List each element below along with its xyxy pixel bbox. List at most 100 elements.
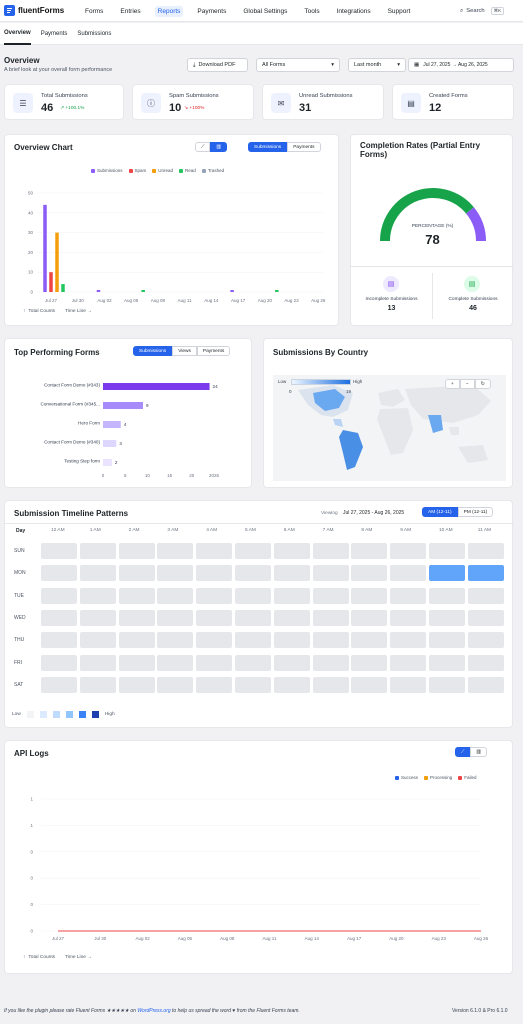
- heatmap-cell[interactable]: [467, 543, 504, 559]
- heatmap-cell[interactable]: [351, 609, 388, 626]
- heatmap-cell[interactable]: [467, 609, 504, 626]
- heatmap-cell[interactable]: [196, 565, 233, 582]
- wordpress-link[interactable]: WordPress.org: [137, 1008, 170, 1014]
- heatmap-cell[interactable]: [118, 565, 155, 582]
- world-map[interactable]: [273, 375, 506, 481]
- heatmap-cell[interactable]: [79, 676, 116, 693]
- heatmap-cell[interactable]: [273, 565, 310, 582]
- heatmap-cell[interactable]: [429, 676, 465, 693]
- download-pdf-button[interactable]: ⤓ Download PDF: [187, 58, 248, 72]
- heatmap-cell[interactable]: [312, 654, 349, 671]
- nav-item-tools[interactable]: Tools: [301, 6, 322, 17]
- reset-button[interactable]: ↻: [474, 379, 491, 389]
- bar[interactable]: [141, 290, 145, 292]
- heatmap-cell[interactable]: [312, 543, 349, 559]
- bar-chart-icon[interactable]: ▥: [210, 142, 227, 152]
- legend-item[interactable]: Submissions: [97, 168, 123, 173]
- heatmap-cell[interactable]: [79, 609, 116, 626]
- tab-payments[interactable]: Payments: [41, 23, 68, 45]
- heatmap-cell[interactable]: [390, 543, 427, 559]
- heatmap-cell[interactable]: [312, 609, 349, 626]
- heatmap-cell[interactable]: [157, 587, 194, 604]
- heatmap-cell[interactable]: [196, 676, 233, 693]
- heatmap-cell[interactable]: [312, 587, 349, 604]
- nav-item-integrations[interactable]: Integrations: [334, 6, 374, 17]
- heatmap-cell[interactable]: [118, 676, 155, 693]
- heatmap-cell[interactable]: [235, 632, 271, 649]
- heatmap-cell[interactable]: [429, 609, 465, 626]
- tab-payments[interactable]: Payments: [196, 346, 231, 356]
- zoom-in-button[interactable]: +: [445, 379, 460, 389]
- heatmap-cell[interactable]: [79, 587, 116, 604]
- nav-item-support[interactable]: Support: [385, 6, 414, 17]
- heatmap-cell[interactable]: [235, 654, 271, 671]
- heatmap-cell[interactable]: [273, 676, 310, 693]
- heatmap-cell[interactable]: [312, 565, 349, 582]
- heatmap-cell[interactable]: [273, 654, 310, 671]
- heatmap-cell[interactable]: [157, 632, 194, 649]
- heatmap-cell[interactable]: [467, 654, 504, 671]
- heatmap-cell[interactable]: [273, 543, 310, 559]
- heatmap-cell[interactable]: [235, 676, 271, 693]
- heatmap-cell[interactable]: [429, 587, 465, 604]
- heatmap-cell[interactable]: [273, 587, 310, 604]
- heatmap-cell[interactable]: [235, 587, 271, 604]
- bar[interactable]: [275, 290, 279, 292]
- heatmap-cell[interactable]: [390, 565, 427, 582]
- tab-overview[interactable]: Overview: [4, 23, 31, 45]
- nav-item-entries[interactable]: Entries: [117, 6, 143, 17]
- heatmap-cell[interactable]: [429, 632, 465, 649]
- bar-chart-icon[interactable]: ▥: [470, 747, 487, 757]
- heatmap-cell[interactable]: [390, 609, 427, 626]
- heatmap-cell[interactable]: [41, 565, 77, 582]
- bar[interactable]: [103, 421, 121, 428]
- legend-item[interactable]: Failed: [464, 775, 476, 780]
- heatmap-cell[interactable]: [196, 632, 233, 649]
- heatmap-cell[interactable]: [118, 609, 155, 626]
- heatmap-cell[interactable]: [118, 587, 155, 604]
- heatmap-cell[interactable]: [273, 609, 310, 626]
- heatmap-cell[interactable]: [196, 543, 233, 559]
- heatmap-cell[interactable]: [157, 543, 194, 559]
- heatmap-cell[interactable]: [41, 543, 77, 559]
- heatmap-cell[interactable]: [79, 654, 116, 671]
- heatmap-cell[interactable]: [429, 543, 465, 559]
- tab-submissions[interactable]: Submissions: [248, 142, 288, 152]
- heatmap-cell[interactable]: [390, 654, 427, 671]
- heatmap-cell[interactable]: [157, 609, 194, 626]
- heatmap-cell[interactable]: [429, 565, 465, 582]
- tab-submissions[interactable]: Submissions: [77, 23, 111, 45]
- legend-item[interactable]: Success: [401, 775, 418, 780]
- forms-select[interactable]: All Forms ▾: [256, 58, 340, 72]
- heatmap-cell[interactable]: [235, 609, 271, 626]
- heatmap-cell[interactable]: [118, 543, 155, 559]
- legend-item[interactable]: Processing: [430, 775, 452, 780]
- heatmap-cell[interactable]: [351, 676, 388, 693]
- legend-item[interactable]: Trashed: [208, 168, 224, 173]
- heatmap-cell[interactable]: [41, 654, 77, 671]
- bar[interactable]: [43, 204, 47, 292]
- heatmap-cell[interactable]: [79, 543, 116, 559]
- zoom-out-button[interactable]: −: [459, 379, 475, 389]
- heatmap-cell[interactable]: [157, 654, 194, 671]
- heatmap-cell[interactable]: [390, 676, 427, 693]
- line-chart-icon[interactable]: ⟋: [195, 142, 211, 152]
- heatmap-cell[interactable]: [467, 587, 504, 604]
- line-chart-icon[interactable]: ⟋: [455, 747, 471, 757]
- heatmap-cell[interactable]: [196, 654, 233, 671]
- heatmap-cell[interactable]: [467, 632, 504, 649]
- heatmap-cell[interactable]: [157, 676, 194, 693]
- fluentforms-logo[interactable]: fluentForms: [4, 5, 64, 16]
- heatmap-cell[interactable]: [196, 609, 233, 626]
- heatmap-cell[interactable]: [312, 632, 349, 649]
- tab-submissions[interactable]: Submissions: [133, 346, 173, 356]
- tab-am[interactable]: AM (12-11): [422, 507, 458, 517]
- bar[interactable]: [96, 290, 101, 292]
- heatmap-cell[interactable]: [312, 676, 349, 693]
- tab-payments[interactable]: Payments: [287, 142, 321, 152]
- nav-item-global-settings[interactable]: Global Settings: [240, 6, 290, 17]
- heatmap-cell[interactable]: [390, 632, 427, 649]
- heatmap-cell[interactable]: [118, 632, 155, 649]
- legend-item[interactable]: Unread: [158, 168, 173, 173]
- heatmap-cell[interactable]: [79, 565, 116, 582]
